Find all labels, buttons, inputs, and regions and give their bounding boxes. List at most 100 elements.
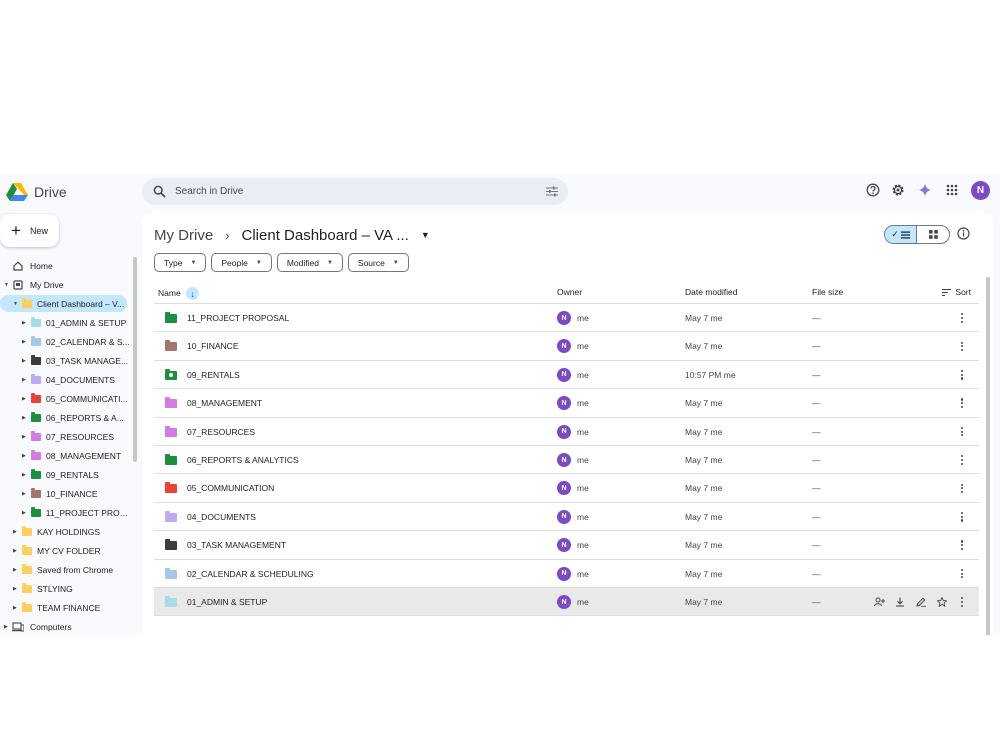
expand-arrow-icon[interactable]: ▶ xyxy=(22,453,27,459)
table-row[interactable]: 05_COMMUNICATION Nme May 7 me — xyxy=(154,474,979,503)
owner-column-header[interactable]: Owner xyxy=(557,287,582,297)
collapse-arrow-icon[interactable]: ▼ xyxy=(4,282,9,288)
grid-view-button[interactable] xyxy=(917,226,949,243)
sidebar-item[interactable]: ▶ Computers xyxy=(0,618,130,635)
list-view-button[interactable]: ✓ xyxy=(885,226,918,243)
breadcrumb-my-drive[interactable]: My Drive xyxy=(154,227,213,244)
new-button[interactable]: + New xyxy=(0,214,59,247)
expand-arrow-icon[interactable]: ▶ xyxy=(22,434,27,440)
more-actions-icon[interactable] xyxy=(957,368,967,382)
sidebar-item[interactable]: ▼ Client Dashboard – V... xyxy=(0,295,127,312)
sidebar-item[interactable]: ▶ STLYING xyxy=(0,580,130,597)
expand-arrow-icon[interactable]: ▶ xyxy=(22,358,27,364)
search-bar[interactable] xyxy=(142,178,568,205)
expand-arrow-icon[interactable]: ▶ xyxy=(22,510,27,516)
folder-menu-caret-icon[interactable]: ▼ xyxy=(421,230,430,240)
more-actions-icon[interactable] xyxy=(957,396,967,410)
search-input[interactable] xyxy=(175,182,535,201)
sidebar-item[interactable]: ▶ 05_COMMUNICATI... xyxy=(0,390,130,407)
sort-direction-arrow-icon[interactable]: ↓ xyxy=(186,287,200,300)
more-actions-icon[interactable] xyxy=(957,510,967,524)
more-actions-icon[interactable] xyxy=(957,567,967,581)
table-row[interactable]: 07_RESOURCES Nme May 7 me — xyxy=(154,418,979,446)
file-size-column-header[interactable]: File size xyxy=(812,287,843,297)
sidebar-item[interactable]: ▶ 08_MANAGEMENT xyxy=(0,447,130,464)
expand-arrow-icon[interactable]: ▶ xyxy=(22,396,27,402)
expand-arrow-icon[interactable]: ▶ xyxy=(4,624,9,630)
main-scrollbar[interactable] xyxy=(986,277,990,635)
info-icon[interactable] xyxy=(957,227,970,240)
folder-icon xyxy=(165,510,177,522)
sidebar-item[interactable]: ▶ 11_PROJECT PROP... xyxy=(0,504,130,521)
sidebar-item[interactable]: ▼ My Drive xyxy=(0,276,130,293)
more-actions-icon[interactable] xyxy=(957,425,967,439)
expand-arrow-icon[interactable]: ▶ xyxy=(13,548,18,554)
sidebar-item[interactable]: ▶ KAY HOLDINGS xyxy=(0,523,130,540)
sidebar-item[interactable]: ▶ Saved from Chrome xyxy=(0,561,130,578)
sidebar-item[interactable]: ▶ 03_TASK MANAGE... xyxy=(0,352,130,369)
collapse-arrow-icon[interactable]: ▼ xyxy=(13,301,18,307)
share-person-add-icon[interactable] xyxy=(872,595,886,609)
expand-arrow-icon[interactable]: ▶ xyxy=(13,567,18,573)
file-size: — xyxy=(812,540,821,551)
sidebar-item[interactable]: Home xyxy=(0,257,130,274)
sidebar-scrollbar[interactable] xyxy=(133,257,137,635)
rename-pencil-icon[interactable] xyxy=(914,595,928,609)
download-icon[interactable] xyxy=(893,595,907,609)
filter-chip-people[interactable]: People ▼ xyxy=(211,253,272,272)
expand-arrow-icon[interactable]: ▶ xyxy=(22,415,27,421)
more-actions-icon[interactable] xyxy=(957,595,967,609)
filter-chip-type[interactable]: Type ▼ xyxy=(154,253,207,272)
table-row[interactable]: 09_RENTALS Nme 10:57 PM me — xyxy=(154,361,979,390)
name-column-header[interactable]: Name ↓ xyxy=(158,287,200,300)
sidebar-item[interactable]: ▶ 01_ADMIN & SETUP xyxy=(0,314,130,331)
sort-button[interactable]: Sort xyxy=(942,287,971,297)
help-icon[interactable] xyxy=(866,183,880,197)
filter-chip-modified[interactable]: Modified ▼ xyxy=(276,253,343,272)
more-actions-icon[interactable] xyxy=(957,538,967,552)
expand-arrow-icon[interactable]: ▶ xyxy=(13,586,18,592)
date-modified: 10:57 PM me xyxy=(685,369,736,380)
star-icon[interactable] xyxy=(935,595,949,609)
search-options-icon[interactable] xyxy=(546,186,558,197)
more-actions-icon[interactable] xyxy=(957,339,967,353)
expand-arrow-icon[interactable]: ▶ xyxy=(22,491,27,497)
more-actions-icon[interactable] xyxy=(957,453,967,467)
account-avatar[interactable]: N xyxy=(971,181,990,200)
plus-icon: + xyxy=(11,221,21,240)
more-actions-icon[interactable] xyxy=(957,481,967,495)
breadcrumb-current-folder[interactable]: Client Dashboard – VA ... xyxy=(242,227,409,244)
sidebar-item[interactable]: ▶ 06_REPORTS & A... xyxy=(0,409,130,426)
drive-logo[interactable]: Drive xyxy=(6,181,67,203)
more-actions-icon[interactable] xyxy=(957,311,967,325)
sidebar-item[interactable]: ▶ 02_CALENDAR & S... xyxy=(0,333,130,350)
sidebar-item[interactable]: ▶ TEAM FINANCE xyxy=(0,599,130,616)
sidebar-item[interactable]: ▶ 04_DOCUMENTS xyxy=(0,371,130,388)
expand-arrow-icon[interactable]: ▶ xyxy=(13,605,18,611)
table-row[interactable]: 11_PROJECT PROPOSAL Nme May 7 me — xyxy=(154,304,979,333)
sidebar-item[interactable]: ▶ 07_RESOURCES xyxy=(0,428,130,445)
sidebar-item[interactable]: ▶ MY CV FOLDER xyxy=(0,542,130,559)
expand-arrow-icon[interactable]: ▶ xyxy=(22,339,27,345)
expand-arrow-icon[interactable]: ▶ xyxy=(22,377,27,383)
filter-chip-source[interactable]: Source ▼ xyxy=(347,253,409,272)
owner-name: me xyxy=(577,597,589,607)
table-row[interactable]: 02_CALENDAR & SCHEDULING Nme May 7 me — xyxy=(154,560,979,588)
date-modified-column-header[interactable]: Date modified xyxy=(685,287,737,297)
gemini-sparkle-icon[interactable] xyxy=(918,183,932,197)
apps-grid-icon[interactable] xyxy=(945,183,959,197)
sidebar-item[interactable]: ▶ 09_RENTALS xyxy=(0,466,130,483)
sidebar-item[interactable]: ▶ 10_FINANCE xyxy=(0,485,130,502)
expand-arrow-icon[interactable]: ▶ xyxy=(22,472,27,478)
table-row[interactable]: 06_REPORTS & ANALYTICS Nme May 7 me — xyxy=(154,446,979,475)
settings-gear-icon[interactable] xyxy=(891,183,905,197)
table-row[interactable]: 10_FINANCE Nme May 7 me — xyxy=(154,332,979,361)
search-icon[interactable] xyxy=(153,185,166,198)
table-row[interactable]: 03_TASK MANAGEMENT Nme May 7 me — xyxy=(154,531,979,560)
expand-arrow-icon[interactable]: ▶ xyxy=(22,320,27,326)
table-row[interactable]: 08_MANAGEMENT Nme May 7 me — xyxy=(154,389,979,418)
table-row[interactable]: 04_DOCUMENTS Nme May 7 me — xyxy=(154,503,979,532)
expand-arrow-icon[interactable]: ▶ xyxy=(13,529,18,535)
table-row[interactable]: 01_ADMIN & SETUP Nme May 7 me — xyxy=(154,588,979,617)
folder-icon xyxy=(165,340,177,352)
